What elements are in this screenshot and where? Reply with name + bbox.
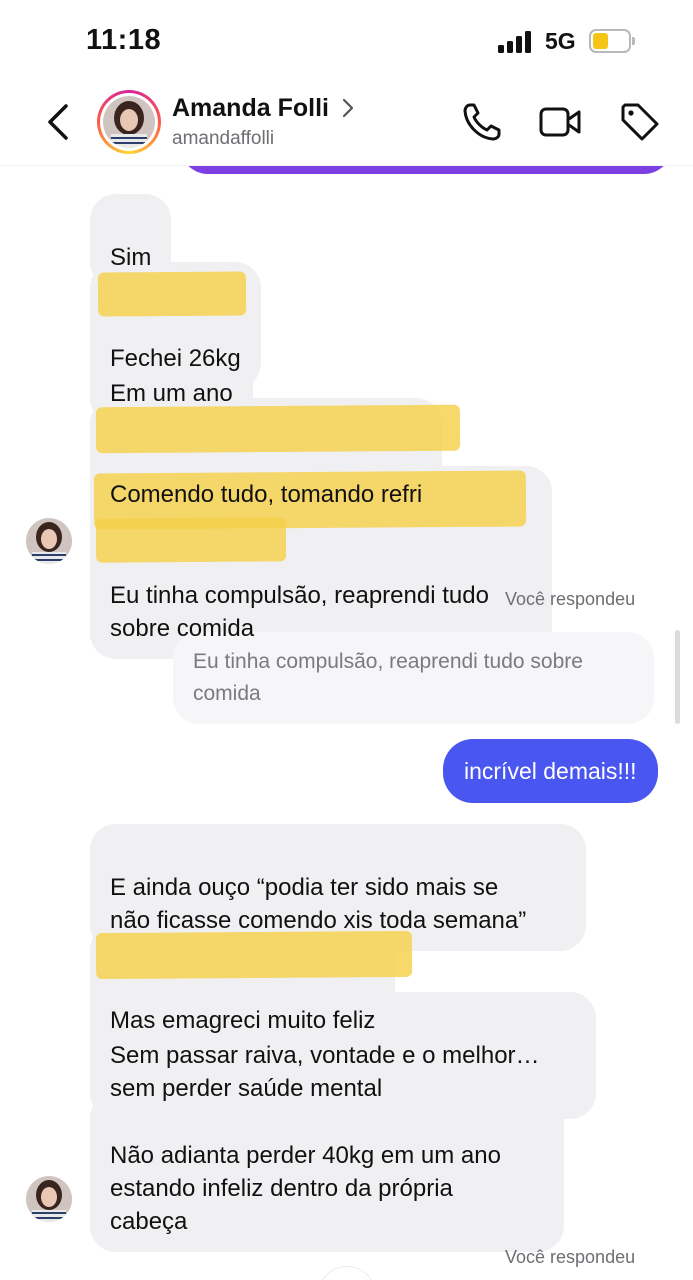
you-replied-label: Você respondeu <box>505 589 636 609</box>
contact-avatar[interactable] <box>97 90 161 154</box>
highlight-mark <box>97 271 247 317</box>
network-type: 5G <box>545 28 576 54</box>
highlight-mark <box>95 517 287 563</box>
you-replied-label: Você respondeu <box>505 1247 636 1267</box>
status-bar: 11:18 5G <box>0 0 693 80</box>
highlight-mark <box>95 930 413 980</box>
sent-message[interactable]: incrível demais!!! <box>443 739 658 803</box>
battery-icon <box>589 29 635 53</box>
back-arrow-icon[interactable] <box>44 102 74 142</box>
phone-icon[interactable] <box>460 100 504 144</box>
message-thread[interactable]: Sim Fechei 26kg Em um ano Comendo tudo, … <box>0 144 693 1280</box>
quoted-reply[interactable]: Eu tinha compulsão, reaprendi tudo sobre… <box>173 632 654 724</box>
highlight-mark <box>95 404 461 454</box>
tag-icon[interactable] <box>618 100 662 144</box>
received-message[interactable]: Fechei 26kg <box>90 262 261 389</box>
contact-avatar-small[interactable] <box>26 1176 72 1222</box>
video-camera-icon[interactable] <box>538 100 582 144</box>
scroll-down-button[interactable] <box>318 1266 376 1280</box>
cellular-signal-icon <box>498 31 534 53</box>
reply-indicator-bar <box>675 630 680 724</box>
received-message[interactable]: Não adianta perder 40kg em um ano estand… <box>90 1092 564 1252</box>
contact-name[interactable]: Amanda Folli <box>172 94 329 123</box>
contact-avatar-small[interactable] <box>26 518 72 564</box>
received-message[interactable]: E ainda ouço “podia ter sido mais se não… <box>90 824 586 951</box>
received-message[interactable]: Comendo tudo, tomando refri <box>90 398 461 525</box>
received-message[interactable]: Mas emagreci muito feliz <box>90 924 413 1051</box>
status-time: 11:18 <box>86 24 162 56</box>
chevron-right-icon[interactable] <box>341 97 355 119</box>
contact-username: amandaffolli <box>172 128 275 149</box>
chat-header: Amanda Folli amandaffolli <box>0 80 693 166</box>
